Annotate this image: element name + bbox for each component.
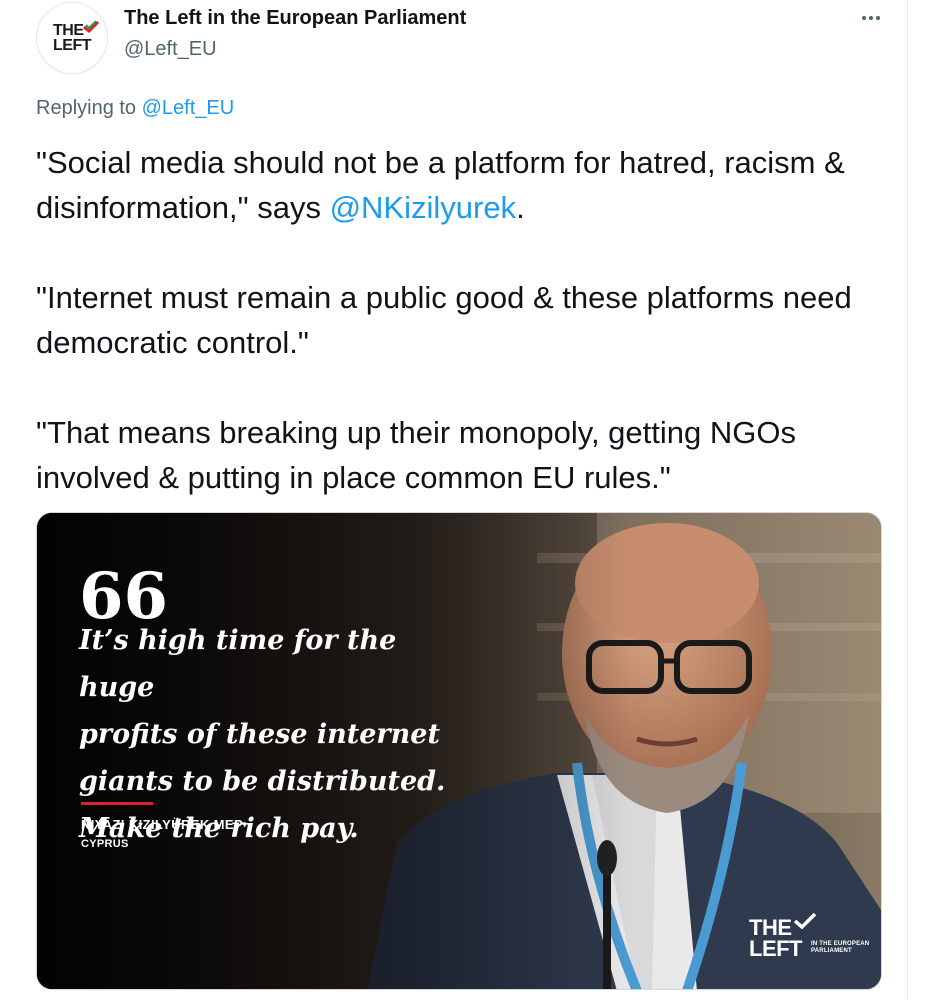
replying-to: Replying to @Left_EU: [36, 97, 235, 119]
mep-country: CYPRUS: [81, 838, 129, 850]
author-handle[interactable]: @Left_EU: [124, 38, 466, 61]
tweet-text: "Social media should not be a platform f…: [36, 140, 896, 500]
author-block: The Left in the European Parliament @Lef…: [124, 7, 466, 61]
tweet-paragraph-2: "Internet must remain a public good & th…: [36, 280, 852, 360]
checkmark-icon: [83, 21, 99, 33]
more-horizontal-icon[interactable]: [856, 8, 886, 28]
media-logo: THE LEFT IN THE EUROPEAN PARLIAMENT: [749, 913, 870, 961]
reply-target-link[interactable]: @Left_EU: [142, 97, 235, 119]
tweet-paragraph-3: "That means breaking up their monopoly, …: [36, 415, 796, 495]
red-divider: [81, 802, 153, 805]
author-name[interactable]: The Left in the European Parliament: [124, 7, 466, 30]
tweet-card: THE LEFT The Left in the European Parlia…: [0, 0, 908, 1000]
checkmark-icon: [794, 913, 816, 929]
mention-link[interactable]: @NKizilyurek: [330, 190, 517, 225]
mep-name: NIYAZI KIZILYÜREK MEP: [81, 817, 244, 832]
avatar[interactable]: THE LEFT: [36, 2, 108, 74]
tweet-media-image[interactable]: 66 It’s high time for the huge profits o…: [36, 512, 882, 990]
avatar-logo: THE LEFT: [53, 21, 99, 54]
tweet-paragraph-1: "Social media should not be a platform f…: [36, 145, 845, 225]
